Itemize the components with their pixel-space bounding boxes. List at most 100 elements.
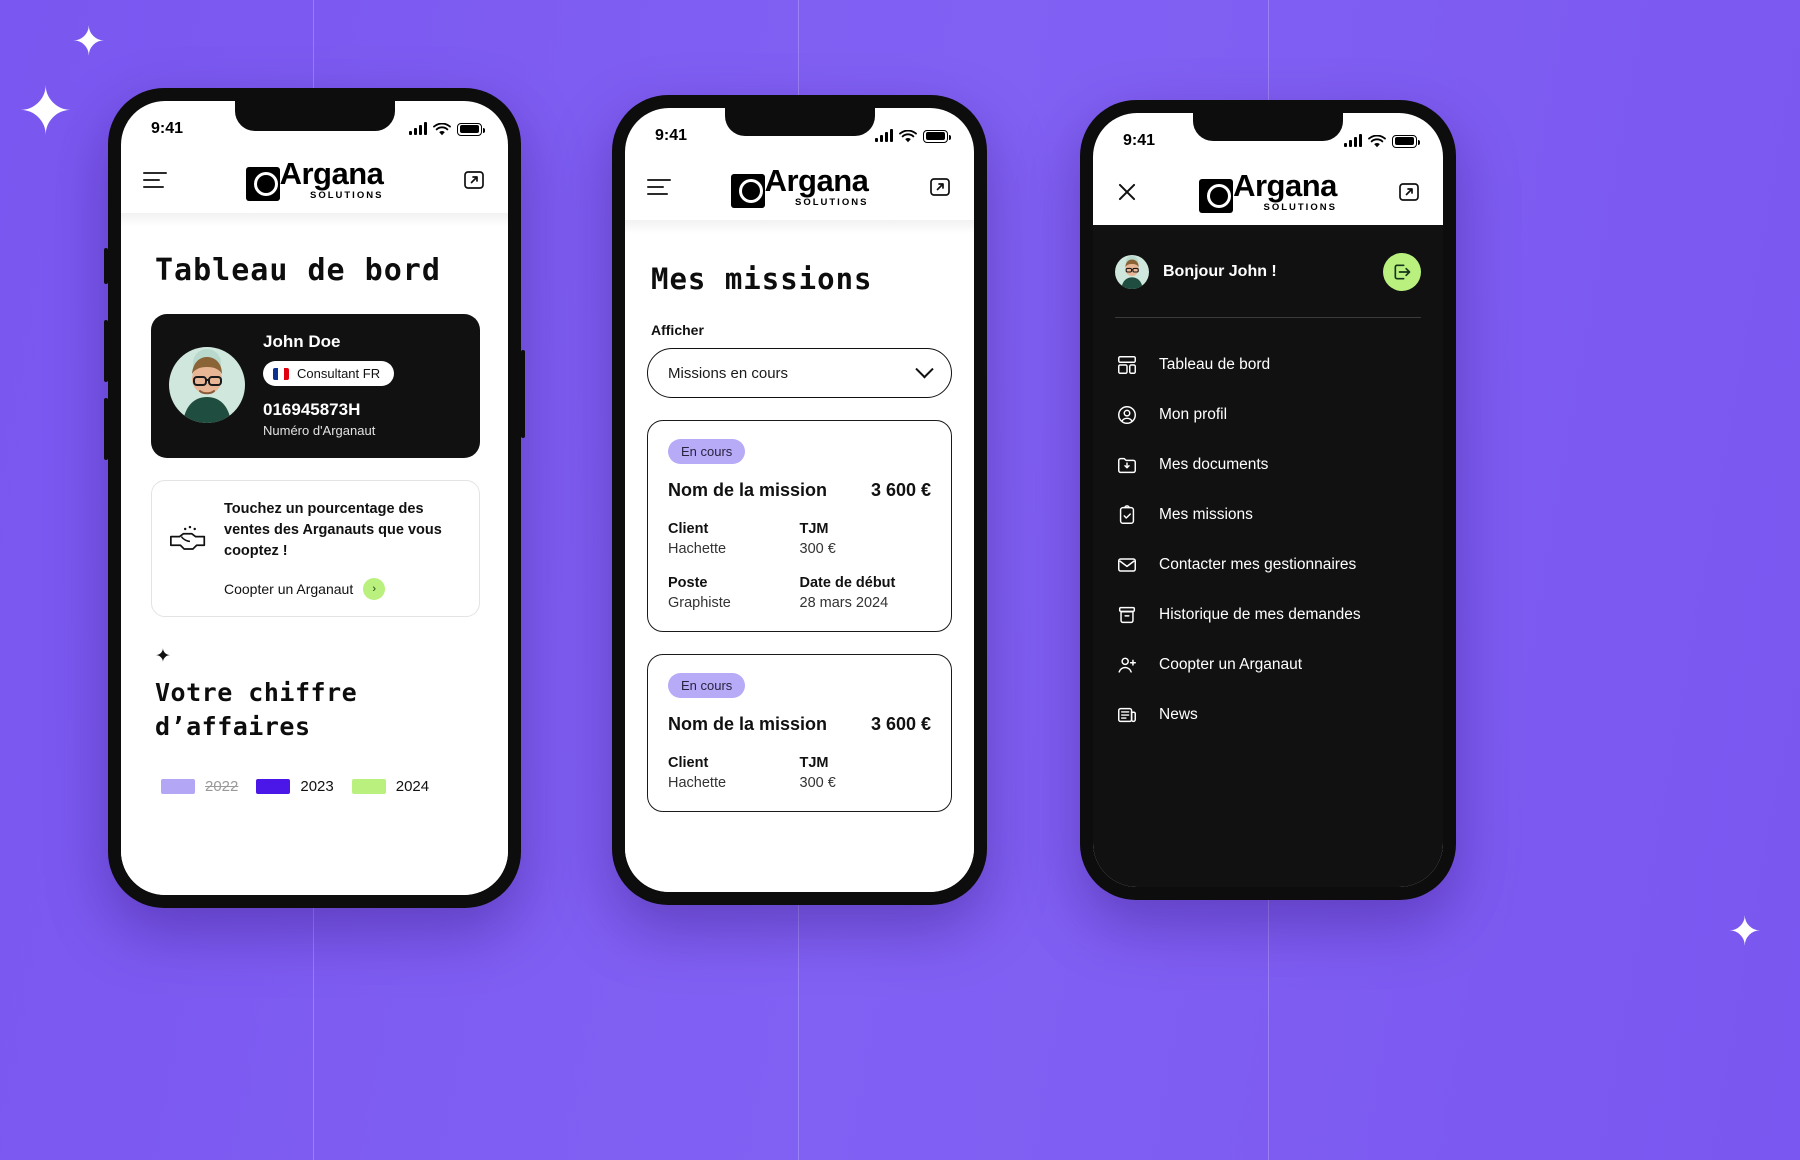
- phone-side-button: [104, 248, 108, 284]
- logo-name: Argana: [764, 163, 869, 199]
- news-icon: [1115, 703, 1139, 727]
- handshake-money-icon: [168, 525, 210, 554]
- close-icon[interactable]: [1115, 180, 1139, 204]
- mail-icon: [1115, 553, 1139, 577]
- menu-item-label: News: [1159, 706, 1198, 723]
- status-badge: En cours: [668, 673, 746, 698]
- app-header: Argana SOLUTIONS: [1093, 159, 1443, 225]
- status-time: 9:41: [655, 127, 688, 144]
- sparkle-icon: ✦: [155, 646, 171, 668]
- avatar: [169, 347, 245, 423]
- tjm-label: TJM: [799, 521, 829, 537]
- filter-label: Afficher: [651, 322, 704, 338]
- logo-name: Argana: [1233, 168, 1337, 204]
- folder-download-icon: [1115, 453, 1139, 477]
- status-bar: 9:41: [625, 108, 974, 154]
- chevron-down-icon: [915, 359, 934, 378]
- flag-fr-icon: [273, 367, 289, 380]
- menu-item-mon-profil[interactable]: Mon profil: [1093, 390, 1443, 440]
- status-badge: Consultant FR: [263, 361, 395, 386]
- logo-tagline: SOLUTIONS: [794, 196, 869, 208]
- client-label: Client: [668, 521, 709, 537]
- status-bar: 9:41: [1093, 113, 1443, 159]
- menu-item-label: Coopter un Arganaut: [1159, 656, 1303, 673]
- arganaut-number: 016945873H: [263, 400, 361, 419]
- menu-item-mes-documents[interactable]: Mes documents: [1093, 440, 1443, 490]
- arganaut-number-label: Numéro d'Arganaut: [263, 423, 376, 438]
- page-title: Mes missions: [651, 262, 873, 296]
- legend-label: 2024: [395, 777, 430, 795]
- cellular-bars-icon: [1344, 134, 1362, 147]
- wifi-icon: [1368, 134, 1386, 147]
- mission-price: 3 600 €: [870, 714, 931, 734]
- external-link-icon[interactable]: [928, 175, 952, 199]
- legend-swatch: [161, 778, 195, 794]
- status-badge: En cours: [668, 439, 746, 464]
- client-value: Hachette: [668, 775, 727, 791]
- menu-body: Bonjour John ! Tableau de bord Mon profi…: [1093, 225, 1443, 887]
- menu-button[interactable]: [647, 179, 671, 195]
- dashboard-body: Tableau de bord John Doe Consultant FR 0…: [121, 213, 508, 895]
- screen-dashboard: 9:41 Argana SOLUTIONS Tableau de bord Jo…: [121, 101, 508, 895]
- menu-item-news[interactable]: News: [1093, 690, 1443, 740]
- menu-list: Tableau de bord Mon profil Mes documents…: [1093, 318, 1443, 740]
- menu-item-label: Mon profil: [1159, 406, 1228, 423]
- tjm-label: TJM: [799, 755, 829, 771]
- legend-item[interactable]: 2022: [161, 778, 238, 795]
- legend-item[interactable]: 2024: [351, 777, 430, 795]
- menu-item-tableau-de-bord[interactable]: Tableau de bord: [1093, 340, 1443, 390]
- external-link-icon[interactable]: [1397, 180, 1421, 204]
- phone-power-button: [521, 350, 525, 438]
- mission-name: Nom de la mission: [668, 714, 828, 734]
- mission-card[interactable]: En cours Nom de la mission 3 600 € Clien…: [647, 420, 952, 632]
- phone-menu: 9:41 Argana SOLUTIONS Bonjour John ! Tab…: [1080, 100, 1456, 900]
- cooptation-link[interactable]: Coopter un Arganaut ›: [224, 578, 463, 601]
- revenue-section: ✦ Votre chiffre d’affaires 2022 2023 202…: [121, 617, 508, 795]
- legend-swatch: [256, 778, 291, 794]
- wifi-icon: [433, 122, 451, 135]
- tjm-value: 300 €: [799, 775, 836, 791]
- menu-item-mes-missions[interactable]: Mes missions: [1093, 490, 1443, 540]
- app-header: Argana SOLUTIONS: [121, 147, 508, 213]
- status-bar: 9:41: [121, 101, 508, 147]
- battery-icon: [923, 129, 951, 143]
- menu-item-contacter-mes-gestionnaires[interactable]: Contacter mes gestionnaires: [1093, 540, 1443, 590]
- client-label: Client: [668, 755, 709, 771]
- battery-icon: [1392, 134, 1420, 148]
- logo: Argana SOLUTIONS: [730, 163, 869, 208]
- legend-item[interactable]: 2023: [256, 777, 334, 795]
- logo-tagline: SOLUTIONS: [1263, 201, 1337, 213]
- screen-missions: 9:41 Argana SOLUTIONS Mes missions Affic…: [625, 108, 974, 892]
- mission-name: Nom de la mission: [668, 480, 828, 500]
- user-circle-icon: [1115, 403, 1139, 427]
- logo-mark-icon: [1199, 178, 1234, 213]
- avatar[interactable]: [1115, 255, 1149, 289]
- start-date-value: 28 mars 2024: [799, 595, 889, 611]
- screen-menu: 9:41 Argana SOLUTIONS Bonjour John ! Tab…: [1093, 113, 1443, 887]
- logo-name: Argana: [279, 156, 384, 192]
- cooptation-link-label: Coopter un Arganaut: [224, 581, 354, 598]
- app-header: Argana SOLUTIONS: [625, 154, 974, 220]
- phone-dashboard: 9:41 Argana SOLUTIONS Tableau de bord Jo…: [104, 88, 525, 908]
- menu-button[interactable]: [143, 172, 167, 188]
- greeting-row: Bonjour John !: [1093, 225, 1443, 291]
- phone-volume-up-button: [104, 320, 108, 382]
- mission-card[interactable]: En cours Nom de la mission 3 600 € Clien…: [647, 654, 952, 812]
- profile-card: John Doe Consultant FR 016945873H Numéro…: [151, 314, 480, 458]
- legend-label: 2023: [300, 777, 334, 795]
- menu-item-label: Contacter mes gestionnaires: [1159, 556, 1357, 573]
- sparkle-icon: ✦: [72, 20, 106, 64]
- legend-label: 2022: [205, 777, 239, 795]
- external-link-icon[interactable]: [462, 168, 486, 192]
- logo-tagline: SOLUTIONS: [309, 189, 384, 201]
- dashboard-icon: [1115, 353, 1139, 377]
- logo: Argana SOLUTIONS: [245, 156, 384, 201]
- menu-item-historique-de-mes-demandes[interactable]: Historique de mes demandes: [1093, 590, 1443, 640]
- role-label: Consultant FR: [297, 366, 381, 381]
- logo-mark-icon: [730, 173, 765, 208]
- wifi-icon: [899, 129, 917, 142]
- logout-icon[interactable]: [1383, 253, 1421, 291]
- cellular-bars-icon: [409, 122, 427, 135]
- menu-item-coopter-un-arganaut[interactable]: Coopter un Arganaut: [1093, 640, 1443, 690]
- filter-select[interactable]: Missions en cours: [647, 348, 952, 398]
